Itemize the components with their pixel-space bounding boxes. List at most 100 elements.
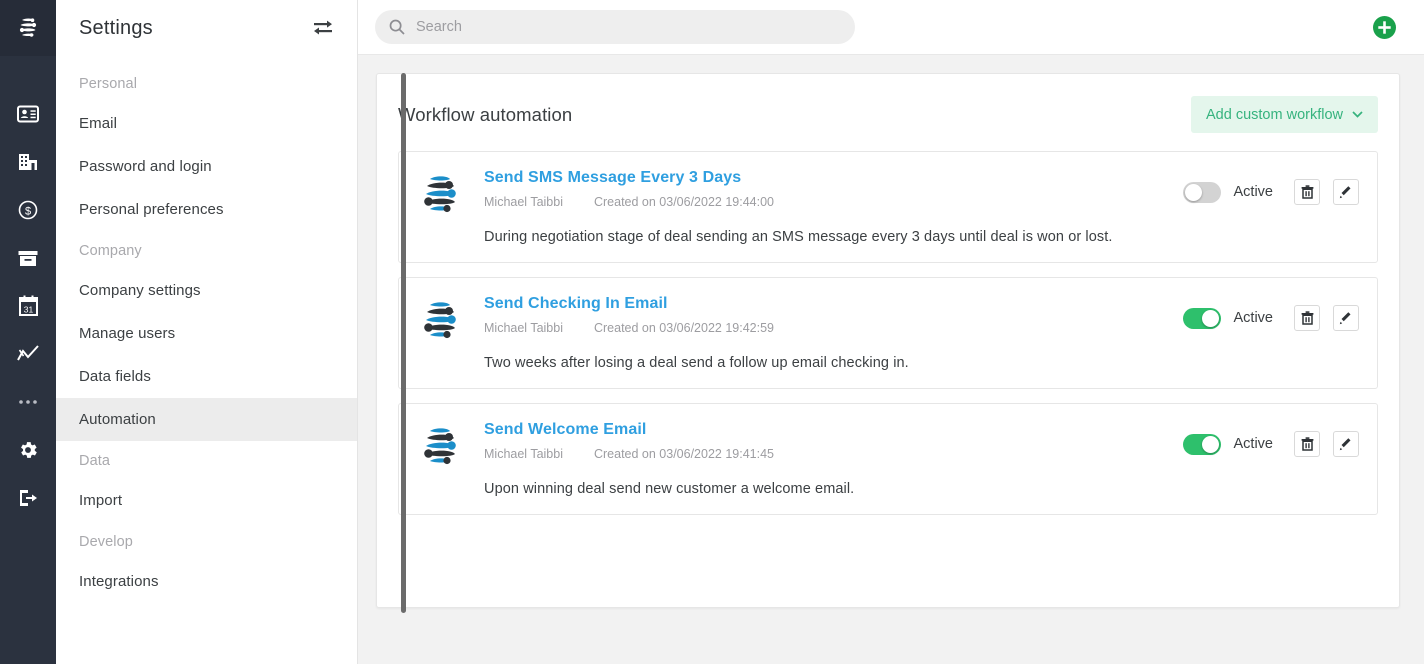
workflow-active-toggle[interactable] xyxy=(1182,181,1221,203)
workflow-created: Created on 03/06/2022 19:44:00 xyxy=(593,195,774,209)
primary-nav-rail: $ 31 xyxy=(0,0,56,664)
app-logo[interactable] xyxy=(0,0,56,56)
status-badge: Active xyxy=(1233,436,1274,452)
workflow-logo xyxy=(419,169,465,222)
workflow-actions: Active xyxy=(1182,421,1359,457)
workflow-card: Send Checking In Email Michael Taibbi Cr… xyxy=(398,277,1378,389)
settings-header: Settings xyxy=(56,0,357,56)
logout-icon xyxy=(20,490,37,506)
workflow-name-link[interactable]: Send Checking In Email xyxy=(484,295,668,313)
sidebar-item-automation[interactable]: Automation xyxy=(56,398,357,441)
sidebar-item-password-and-login[interactable]: Password and login xyxy=(56,145,357,188)
section-label-company: Company xyxy=(79,243,142,259)
toggle-knob xyxy=(1184,183,1202,201)
sidebar-item-calendar[interactable]: 31 xyxy=(0,282,56,330)
delete-workflow-button[interactable] xyxy=(1294,305,1320,331)
workflow-body: Send Checking In Email Michael Taibbi Cr… xyxy=(465,295,1183,371)
sidebar-item-archive[interactable] xyxy=(0,234,56,282)
sidebar-item-contacts[interactable] xyxy=(0,90,56,138)
add-circle-button[interactable] xyxy=(1373,15,1396,39)
deals-icon: $ xyxy=(18,200,38,220)
workflow-automation-panel: Workflow automation Add custom workflow xyxy=(376,73,1400,608)
toggle-knob xyxy=(1201,309,1219,327)
pencil-icon xyxy=(1339,438,1351,451)
delete-workflow-button[interactable] xyxy=(1294,179,1320,205)
workflow-card: Send Welcome Email Michael Taibbi Create… xyxy=(398,403,1378,515)
edit-workflow-button[interactable] xyxy=(1333,431,1359,457)
panel-header: Workflow automation Add custom workflow xyxy=(398,96,1378,133)
delete-workflow-button[interactable] xyxy=(1294,431,1320,457)
workflow-logo xyxy=(419,421,465,474)
workflow-active-toggle[interactable] xyxy=(1182,433,1221,455)
workflow-description: Upon winning deal send new customer a we… xyxy=(484,481,855,497)
workflow-name-link[interactable]: Send Welcome Email xyxy=(484,421,646,439)
pencil-icon xyxy=(1339,312,1351,325)
workflow-list: Send SMS Message Every 3 Days Michael Ta… xyxy=(398,151,1378,515)
sidebar-item-integrations[interactable]: Integrations xyxy=(56,560,357,603)
trash-icon xyxy=(1301,311,1313,325)
main-area: Workflow automation Add custom workflow xyxy=(358,0,1424,664)
calendar-icon: 31 xyxy=(18,295,38,316)
reports-icon xyxy=(17,345,39,361)
edit-workflow-button[interactable] xyxy=(1333,305,1359,331)
settings-sidebar: Settings Personal Email Password and log… xyxy=(56,0,406,664)
workflow-description: During negotiation stage of deal sending… xyxy=(484,229,1113,245)
companies-icon xyxy=(19,154,37,170)
sidebar-item-companies[interactable] xyxy=(0,138,56,186)
plus-circle-icon xyxy=(1373,15,1396,39)
workflow-meta: Michael Taibbi Created on 03/06/2022 19:… xyxy=(484,195,1183,209)
workflow-author: Michael Taibbi xyxy=(484,321,563,335)
toggle-knob xyxy=(1201,435,1219,453)
top-bar xyxy=(358,0,1424,55)
add-custom-workflow-button[interactable]: Add custom workflow xyxy=(1191,96,1378,133)
settings-icon xyxy=(21,442,37,458)
workflow-body: Send SMS Message Every 3 Days Michael Ta… xyxy=(465,169,1183,245)
workflow-author: Michael Taibbi xyxy=(484,195,563,209)
svg-text:$: $ xyxy=(25,206,31,218)
rail-item-list: $ 31 xyxy=(0,56,56,522)
search-input[interactable] xyxy=(416,19,841,35)
sidebar-item-deals[interactable]: $ xyxy=(0,186,56,234)
sidebar-scrollbar-thumb[interactable] xyxy=(401,73,406,613)
workflow-actions: Active xyxy=(1182,295,1359,331)
status-badge: Active xyxy=(1233,184,1274,200)
workflow-meta: Michael Taibbi Created on 03/06/2022 19:… xyxy=(484,321,1183,335)
chevron-down-icon xyxy=(1352,111,1363,118)
svg-text:31: 31 xyxy=(23,305,33,315)
workflow-meta: Michael Taibbi Created on 03/06/2022 19:… xyxy=(484,447,1183,461)
sidebar-item-import[interactable]: Import xyxy=(56,479,357,522)
workflow-author: Michael Taibbi xyxy=(484,447,563,461)
sidebar-item-personal-preferences[interactable]: Personal preferences xyxy=(56,188,357,231)
sidebar-item-more[interactable] xyxy=(0,378,56,426)
globe-logo-icon xyxy=(19,18,37,37)
workflow-created: Created on 03/06/2022 19:41:45 xyxy=(593,447,774,461)
sidebar-item-manage-users[interactable]: Manage users xyxy=(56,312,357,355)
content-area: Workflow automation Add custom workflow xyxy=(358,55,1424,664)
workflow-card: Send SMS Message Every 3 Days Michael Ta… xyxy=(398,151,1378,263)
trash-icon xyxy=(1301,185,1313,199)
workflow-logo xyxy=(419,295,465,348)
section-label-personal: Personal xyxy=(79,76,138,92)
sidebar-item-reports[interactable] xyxy=(0,330,56,378)
pencil-icon xyxy=(1339,186,1351,199)
archive-icon xyxy=(18,250,38,266)
sidebar-item-settings[interactable] xyxy=(0,426,56,474)
swap-arrows-icon[interactable] xyxy=(311,16,335,40)
more-icon xyxy=(19,400,37,404)
page-title: Settings xyxy=(79,16,153,39)
sidebar-item-data-fields[interactable]: Data fields xyxy=(56,355,357,398)
panel-title: Workflow automation xyxy=(398,103,573,125)
search-box[interactable] xyxy=(375,10,855,44)
workflow-actions: Active xyxy=(1182,169,1359,205)
section-label-data: Data xyxy=(79,453,111,469)
sidebar-item-logout[interactable] xyxy=(0,474,56,522)
workflow-name-link[interactable]: Send SMS Message Every 3 Days xyxy=(484,169,741,187)
edit-workflow-button[interactable] xyxy=(1333,179,1359,205)
swap-arrows-glyph xyxy=(314,20,332,35)
workflow-active-toggle[interactable] xyxy=(1182,307,1221,329)
section-label-develop: Develop xyxy=(79,534,133,550)
settings-nav-list: Personal Email Password and login Person… xyxy=(56,56,357,603)
app-root: $ 31 Settings Personal Email Password an… xyxy=(0,0,1424,664)
sidebar-item-company-settings[interactable]: Company settings xyxy=(56,269,357,312)
sidebar-item-email[interactable]: Email xyxy=(56,102,357,145)
